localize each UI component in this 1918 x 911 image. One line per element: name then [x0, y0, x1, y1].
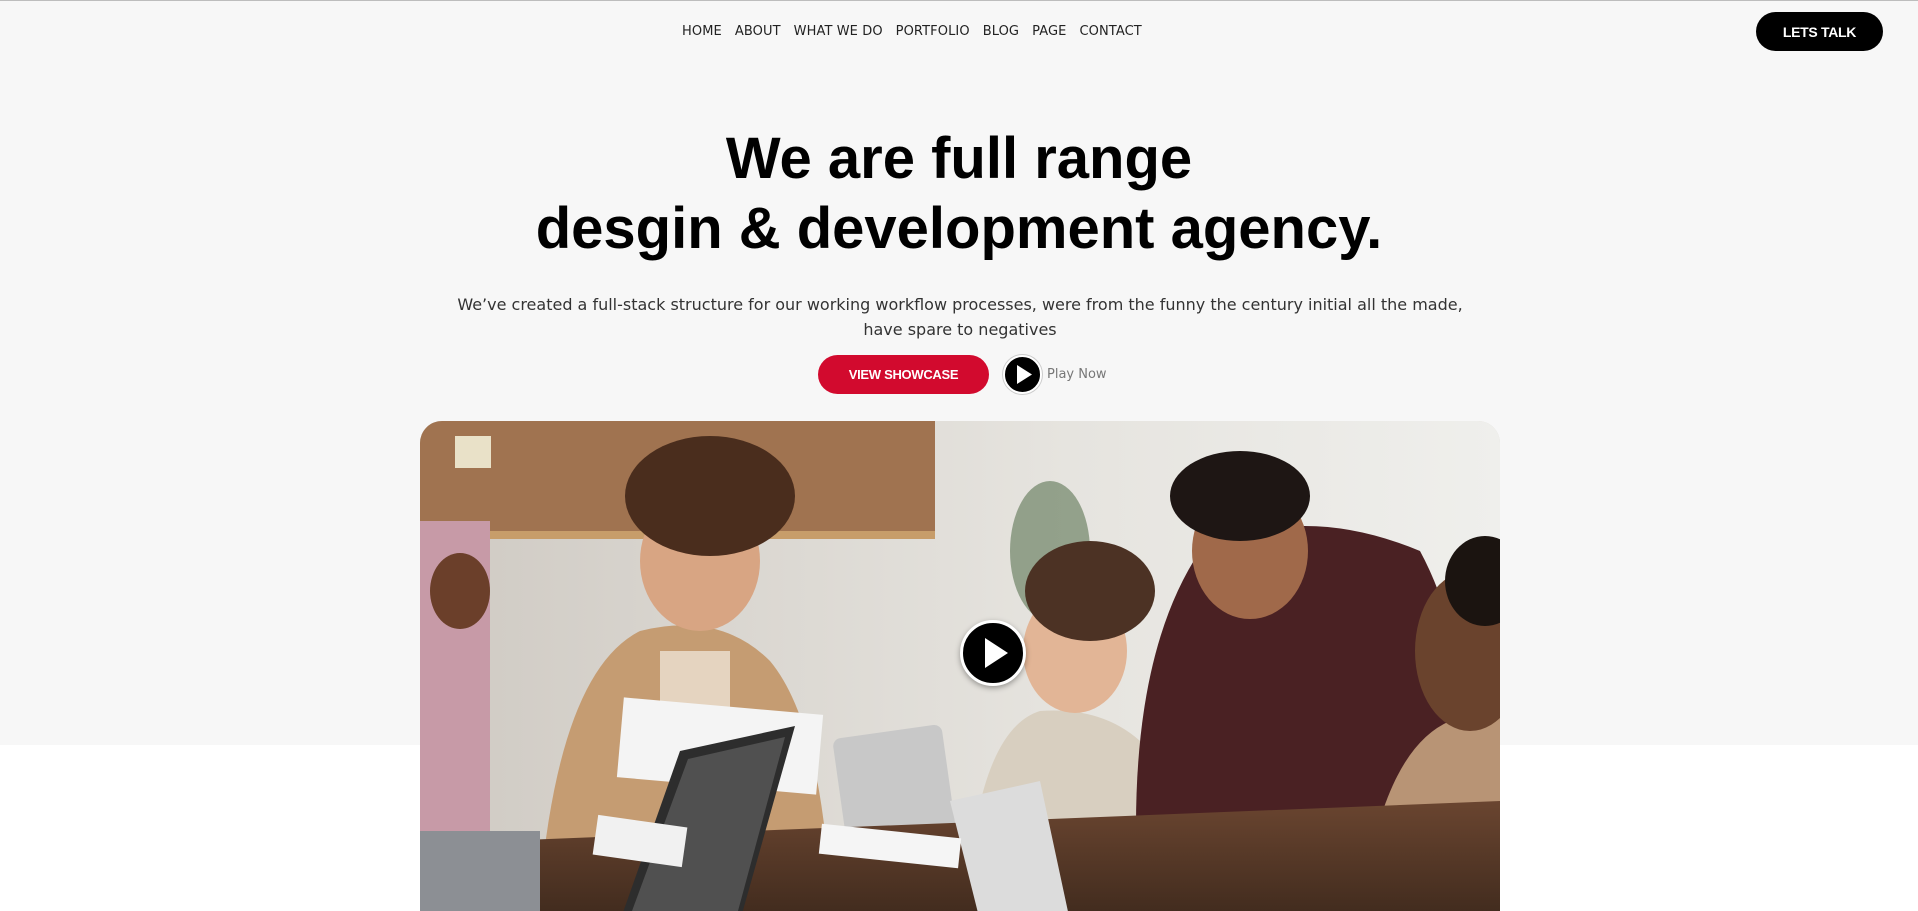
view-showcase-button[interactable]: VIEW SHOWCASE: [818, 355, 989, 394]
video-play-button[interactable]: [960, 620, 1026, 686]
nav-item-page[interactable]: PAGE: [1032, 24, 1066, 39]
hero-title: We are full range desgin & development a…: [0, 124, 1918, 264]
nav-item-home[interactable]: HOME: [682, 24, 722, 39]
hero-title-line-1: We are full range: [725, 126, 1193, 191]
play-icon: [1017, 365, 1032, 384]
play-icon: [985, 638, 1008, 668]
main-nav: HOME ABOUT WHAT WE DO PORTFOLIO BLOG PAG…: [682, 24, 1155, 39]
nav-item-blog[interactable]: BLOG: [983, 24, 1019, 39]
nav-item-what-we-do[interactable]: WHAT WE DO: [794, 24, 883, 39]
hero-title-line-2: desgin & development agency.: [535, 196, 1383, 261]
play-now-button[interactable]: [1003, 355, 1042, 394]
lets-talk-button[interactable]: LETS TALK: [1756, 12, 1883, 51]
nav-item-portfolio[interactable]: PORTFOLIO: [896, 24, 970, 39]
nav-item-contact[interactable]: CONTACT: [1079, 24, 1141, 39]
nav-item-about[interactable]: ABOUT: [735, 24, 781, 39]
play-now-label[interactable]: Play Now: [1047, 367, 1107, 382]
hero-subtitle: We’ve created a full-stack structure for…: [457, 295, 1463, 339]
